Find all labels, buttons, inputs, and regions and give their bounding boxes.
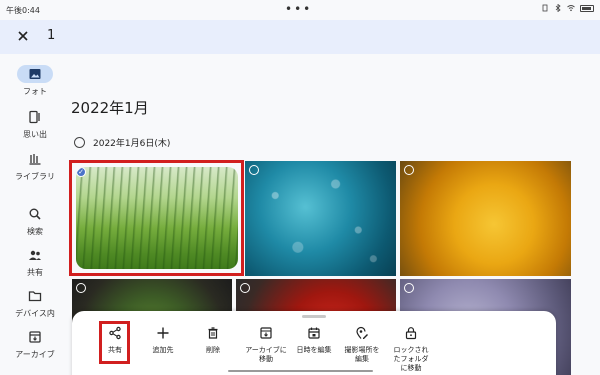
plus-icon (157, 327, 169, 339)
nav-item-on-device[interactable]: デバイス内 (0, 287, 70, 319)
share-highlight (99, 321, 130, 364)
select-day-radio[interactable] (74, 136, 85, 148)
selection-bar: 1 (0, 20, 600, 54)
search-icon (29, 208, 41, 220)
nav-label-sharing: 共有 (27, 268, 43, 277)
status-time: 午後0:44 (6, 6, 40, 15)
nav-item-photos[interactable]: フォト (0, 65, 70, 97)
nav-item-library[interactable]: ライブラリ (0, 150, 70, 182)
locked-label-line1: ロックされ (393, 346, 429, 354)
locked-label-line3: に移動 (400, 364, 422, 372)
close-selection-button[interactable] (15, 28, 31, 44)
move-to-locked-folder-button[interactable]: ロックされ たフォルダ に移動 (381, 326, 441, 373)
select-check-icon[interactable] (404, 283, 414, 293)
archive-icon (29, 331, 41, 343)
nav-label-library: ライブラリ (15, 172, 55, 181)
photo-icon (29, 69, 41, 79)
close-icon (18, 31, 28, 41)
location-edit-icon (356, 326, 368, 339)
select-check-icon[interactable] (240, 283, 250, 293)
select-check-icon[interactable] (249, 165, 259, 175)
wifi-icon (567, 5, 575, 12)
nav-label-search: 検索 (27, 227, 43, 236)
nav-item-search[interactable]: 検索 (0, 205, 70, 237)
status-bar: 午後0:44 ••• (0, 0, 600, 20)
locked-label-line2: たフォルダ (393, 355, 429, 363)
lock-icon (405, 327, 417, 340)
battery-icon (580, 4, 594, 12)
calendar-icon (308, 327, 320, 339)
nav-label-photos: フォト (23, 87, 47, 96)
nav-label-memories: 思い出 (23, 130, 47, 139)
system-icons (541, 4, 594, 12)
trash-icon (208, 327, 218, 339)
select-check-icon[interactable] (76, 283, 86, 293)
archive-icon (260, 327, 272, 339)
nav-item-sharing[interactable]: 共有 (0, 246, 70, 278)
day-heading: 2022年1月6日(木) (93, 138, 171, 149)
nav-item-memories[interactable]: 思い出 (0, 108, 70, 140)
photo-water-bubbles[interactable] (245, 161, 396, 276)
nav-label-archive: アーカイブ (15, 350, 55, 359)
nav-item-archive[interactable]: アーカイブ (0, 328, 70, 360)
select-check-icon[interactable] (404, 165, 414, 175)
sharing-icon (29, 250, 41, 260)
folder-icon (28, 291, 42, 302)
sheet-drag-handle[interactable] (302, 315, 326, 318)
archive-label-line2: 移動 (259, 355, 273, 363)
selected-photo-highlight (69, 160, 244, 276)
month-heading: 2022年1月 (71, 99, 149, 117)
add-to-button[interactable]: 追加先 (135, 326, 191, 355)
status-dots: ••• (285, 2, 313, 16)
bluetooth-icon (555, 4, 561, 12)
photo-yellow-rose[interactable] (400, 161, 571, 276)
gesture-nav-bar[interactable] (228, 370, 373, 372)
memories-icon (29, 110, 40, 124)
google-photos-screen: 午後0:44 ••• 1 フォト 思い出 ライブラリ 検索 共有 デバイス内 ア… (0, 0, 600, 375)
vibrate-icon (542, 4, 548, 12)
selected-count: 1 (47, 28, 56, 43)
add-to-label: 追加先 (152, 346, 174, 354)
nav-label-on-device: デバイス内 (15, 309, 55, 318)
nav-active-pill (17, 65, 53, 83)
library-icon (29, 154, 41, 165)
day-header[interactable]: 2022年1月6日(木) (74, 134, 170, 150)
action-sheet: 共有 追加先 削除 アーカイブに 移動 日時を編集 撮影場所を 編集 ロックされ… (72, 311, 556, 375)
